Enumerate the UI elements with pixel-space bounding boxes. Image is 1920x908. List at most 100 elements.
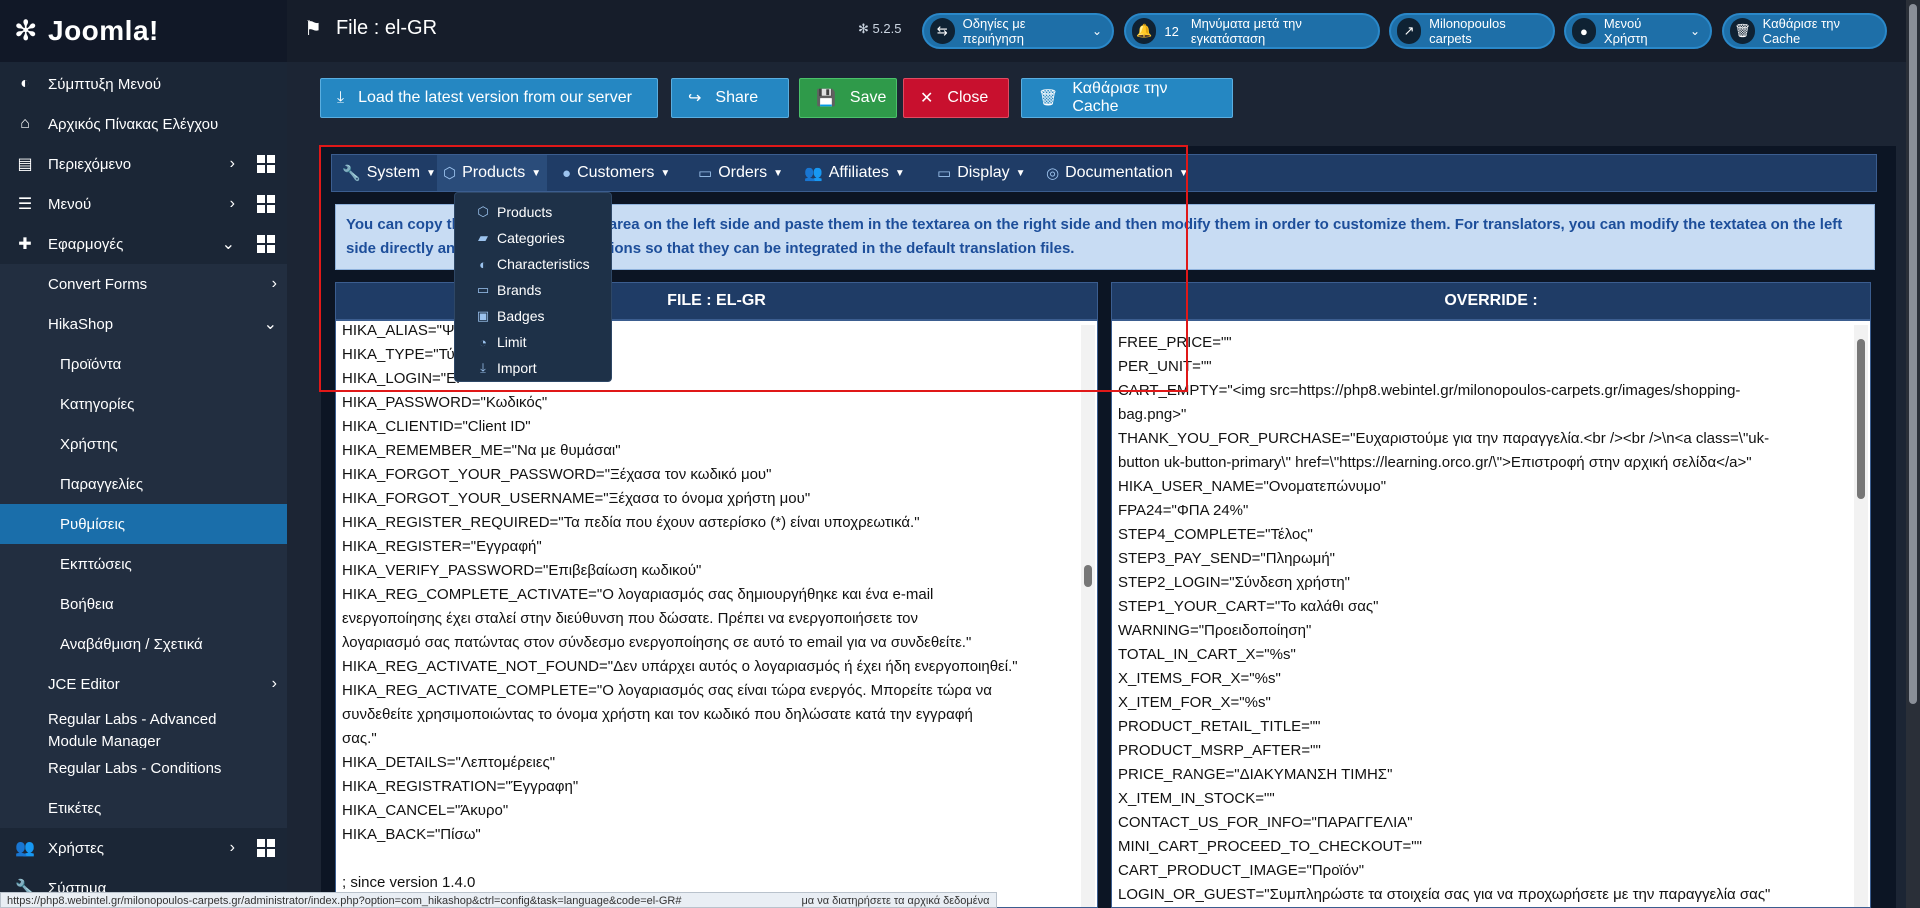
- site-link-button[interactable]: ↗ Milonopoulos carpets: [1389, 13, 1555, 49]
- info-text: tions so that they can be integrated in …: [605, 240, 1075, 257]
- dropdown-label: Badges: [497, 308, 545, 324]
- close-icon: ✕: [920, 90, 934, 107]
- sidebar-item-discounts[interactable]: Εκπτώσεις: [0, 544, 287, 584]
- dropdown-label: Brands: [497, 282, 542, 298]
- textarea-line: ενεργοποίησης έχει σταλεί στην διεύθυνση…: [342, 610, 919, 627]
- clear-cache-button[interactable]: 🗑 Καθάρισε την Cache: [1021, 78, 1233, 118]
- dashboard-grid-icon[interactable]: [257, 195, 275, 213]
- dropdown-item-badges[interactable]: ▣ Badges: [475, 303, 545, 329]
- menu-products[interactable]: ⬡ Products ▼: [437, 155, 548, 191]
- joomla-logo[interactable]: ✻ Joomla!: [0, 0, 287, 62]
- folder-icon: ▰: [478, 230, 488, 245]
- import-icon: ⤓: [480, 360, 486, 375]
- sidebar-item-label: Convert Forms: [48, 275, 148, 293]
- sidebar-item-settings[interactable]: Ρυθμίσεις: [0, 504, 287, 544]
- dropdown-item-brands[interactable]: ▭ Brands: [475, 277, 542, 303]
- clear-cache-header-button[interactable]: 🗑 Καθάρισε την Cache: [1722, 13, 1887, 49]
- load-latest-button[interactable]: ⤓ Load the latest version from our serve…: [320, 78, 658, 118]
- sidebar-item-users-main[interactable]: 👥 Χρήστες ›: [0, 828, 287, 868]
- sidebar-item-label: Χρήστες: [48, 839, 104, 857]
- textarea-line: HIKA_USER_NAME="Ονοματεπώνυμο": [1118, 478, 1387, 495]
- sidebar-item-label: Αναβάθμιση / Σχετικά: [60, 635, 203, 653]
- dashboard-grid-icon[interactable]: [257, 235, 275, 253]
- post-install-messages-button[interactable]: 🔔 12 Μηνύματα μετά την εγκατάσταση: [1124, 13, 1380, 49]
- user-menu-button[interactable]: ● Μενού Χρήστη ⌄: [1564, 13, 1712, 49]
- textarea-line: bag.png>": [1118, 406, 1187, 423]
- clear-cache-header-label: Καθάρισε την Cache: [1762, 16, 1840, 46]
- scrollbar-thumb[interactable]: [1084, 565, 1092, 587]
- left-file-header: FILE : EL-GR: [335, 282, 1098, 320]
- dropdown-item-characteristics[interactable]: ◐ Characteristics: [475, 251, 590, 277]
- menu-affiliates[interactable]: 👥 Affiliates ▼: [804, 155, 905, 191]
- share-button[interactable]: ↪ Share: [671, 78, 789, 118]
- sidebar-item-components[interactable]: ✚ Εφαρμογές ⌄: [0, 224, 287, 264]
- menu-customers[interactable]: ● Customers ▼: [562, 155, 670, 191]
- dropdown-item-import[interactable]: ⤓ Import: [475, 355, 537, 381]
- page-scrollbar-thumb[interactable]: [1909, 4, 1917, 704]
- chevron-right-icon: ›: [229, 195, 235, 212]
- override-textarea[interactable]: FREE_PRICE="" PER_UNIT="" CART_EMPTY="<img…: [1111, 320, 1871, 908]
- save-button[interactable]: 💾 Save: [799, 78, 897, 118]
- image-icon: ▣: [476, 308, 490, 323]
- textarea-line: HIKA_REG_COMPLETE_ACTIVATE="Ο λογαριασμό…: [342, 586, 934, 603]
- save-label: Save: [849, 89, 887, 106]
- info-text: area on the left side and paste them in …: [608, 216, 1843, 233]
- status-url-text: https://php8.webintel.gr/milonopoulos-ca…: [7, 895, 682, 907]
- menu-documentation[interactable]: ◎ Documentation ▼: [1046, 155, 1189, 191]
- sidebar-item-categories[interactable]: Κατηγορίες: [0, 384, 287, 424]
- lifebuoy-icon: ◎: [1046, 165, 1060, 182]
- sidebar-item-hikashop[interactable]: HikaShop ⌄: [0, 304, 287, 344]
- dashboard-grid-icon[interactable]: [257, 839, 275, 857]
- dashboard-grid-icon[interactable]: [257, 155, 275, 173]
- textarea-line: HIKA_REGISTER_REQUIRED="Τα πεδία που έχο…: [342, 514, 920, 531]
- sidebar-item-content[interactable]: ▤ Περιεχόμενο ›: [0, 144, 287, 184]
- sidebar-item-menus[interactable]: ☰ Μενού ›: [0, 184, 287, 224]
- textarea-line: button uk-button-primary\" href=\"https:…: [1118, 454, 1752, 471]
- override-textarea-lines: FREE_PRICE="" PER_UNIT="" CART_EMPTY="<img…: [1118, 331, 1850, 907]
- textarea-line: PRODUCT_RETAIL_TITLE="": [1118, 718, 1321, 735]
- sidebar-item-label: Ετικέτες: [48, 799, 102, 817]
- sidebar-item-convert-forms[interactable]: Convert Forms ›: [0, 264, 287, 304]
- sidebar-item-label: Χρήστης: [60, 435, 118, 453]
- sidebar-item-products[interactable]: Προϊόντα: [0, 344, 287, 384]
- sidebar-toggle-menu[interactable]: ◐ Σύμπτυξη Μενού: [0, 64, 287, 104]
- sidebar-item-dashboard[interactable]: ⌂ Αρχικός Πίνακας Ελέγχου: [0, 104, 287, 144]
- dropdown-item-products[interactable]: ⬡ Products: [475, 199, 552, 225]
- textarea-line: MINI_CART_PROCEED_TO_CHECKOUT="": [1118, 838, 1422, 855]
- sidebar-item-help[interactable]: Βοήθεια: [0, 584, 287, 624]
- close-label: Close: [947, 89, 989, 106]
- site-link-label: Milonopoulos carpets: [1429, 16, 1506, 46]
- sidebar-item-orders[interactable]: Παραγγελίες: [0, 464, 287, 504]
- menu-label: Products: [462, 164, 526, 181]
- close-button[interactable]: ✕ Close: [903, 78, 1009, 118]
- dropdown-item-categories[interactable]: ▰ Categories: [475, 225, 565, 251]
- clear-cache-label: Καθάρισε την Cache: [1072, 80, 1168, 115]
- sidebar-item-update-about[interactable]: Αναβάθμιση / Σχετικά: [0, 624, 287, 664]
- guided-tours-button[interactable]: ⇆ Οδηγίες με περιήγηση ⌄: [922, 13, 1114, 49]
- page-scrollbar[interactable]: [1906, 0, 1920, 908]
- textarea-line: PER_UNIT="": [1118, 358, 1212, 375]
- textarea-line: HIKA_FORGOT_YOUR_PASSWORD="Ξέχασα τον κω…: [342, 466, 772, 483]
- status-tail-text: μα να διατηρήσετε τα αρχικά δεδομένα: [801, 895, 990, 907]
- sidebar-item-label: Μενού: [48, 195, 92, 213]
- chevron-right-icon: ›: [271, 275, 277, 292]
- sidebar-item-tags[interactable]: Ετικέτες: [0, 788, 287, 828]
- override-textarea-scrollbar[interactable]: [1854, 325, 1868, 907]
- textarea-line: STEP3_PAY_SEND="Πληρωμή": [1118, 550, 1335, 567]
- sidebar-item-users[interactable]: Χρήστης: [0, 424, 287, 464]
- chevron-right-icon: ›: [229, 155, 235, 172]
- textarea-line: HIKA_REGISTER="Εγγραφή": [342, 538, 542, 555]
- dropdown-item-limit[interactable]: ◔ Limit: [475, 329, 527, 355]
- sidebar: ◐ Σύμπτυξη Μενού ⌂ Αρχικός Πίνακας Ελέγχ…: [0, 62, 287, 908]
- tag-icon: ▭: [476, 282, 490, 297]
- sidebar-item-conditions[interactable]: Regular Labs - Conditions: [0, 748, 287, 788]
- menu-orders[interactable]: ▭ Orders ▼: [698, 155, 783, 191]
- left-translation-textarea[interactable]: HIKA_ALIAS="Ψε HIKA_TYPE="Τύ HIKA_LOGIN="Ε…: [335, 320, 1098, 908]
- left-textarea-scrollbar[interactable]: [1081, 325, 1095, 907]
- sidebar-item-label: Regular Labs - Conditions: [48, 759, 222, 777]
- menu-display[interactable]: ▭ Display ▼: [937, 155, 1026, 191]
- puzzle-icon: ✚: [18, 236, 32, 253]
- sidebar-item-jce-editor[interactable]: JCE Editor ›: [0, 664, 287, 704]
- scrollbar-thumb[interactable]: [1857, 339, 1865, 499]
- menu-system[interactable]: 🔧 System ▼: [342, 155, 436, 191]
